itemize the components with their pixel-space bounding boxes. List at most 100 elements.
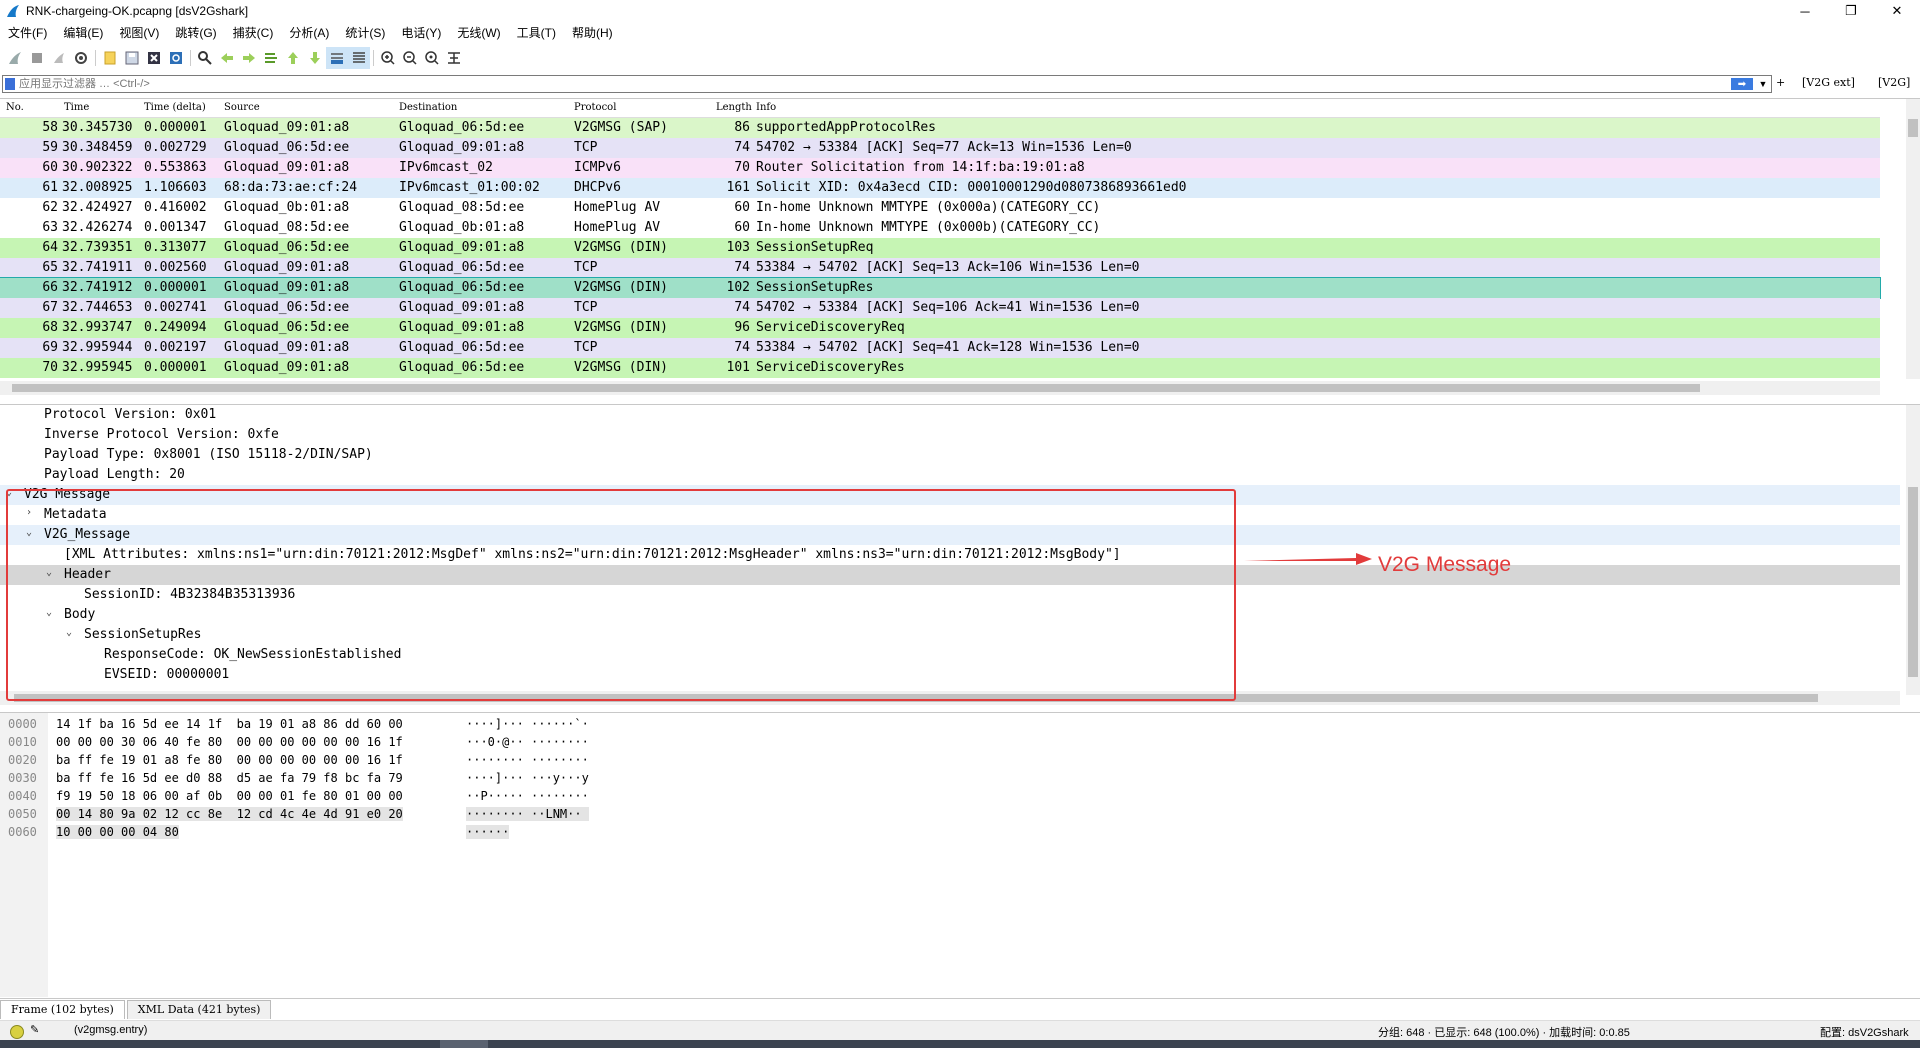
packet-row[interactable]: 61 32.008925 1.106603 68:da:73:ae:cf:24 IPv6…	[0, 178, 1880, 198]
packet-cell-src: Gloquad_09:01:a8	[224, 340, 350, 355]
packet-cell-time: 32.744653	[62, 300, 133, 315]
zoom-in-button[interactable]	[377, 47, 399, 69]
packet-rows: 58 30.345730 0.000001 Gloquad_09:01:a8 Gloqu…	[0, 118, 1881, 378]
details-node[interactable]: Inverse Protocol Version: 0xfe	[0, 425, 1900, 445]
packet-cell-proto: HomePlug AV	[574, 200, 661, 215]
bytes-row[interactable]: 0030 ba ff fe 16 5d ee d0 88 d5 ae fa 79 …	[0, 771, 700, 789]
display-filter-input[interactable]	[19, 77, 1731, 91]
go-first-button[interactable]	[282, 47, 304, 69]
bytes-row[interactable]: 0020 ba ff fe 19 01 a8 fe 80 00 00 00 00 …	[0, 753, 700, 771]
bytes-ascii: ····]··· ···y···y	[466, 771, 589, 785]
packet-cell-len: 96	[734, 320, 750, 335]
annotation-box	[6, 489, 1236, 701]
zoom-out-button[interactable]	[399, 47, 421, 69]
close-button[interactable]: ✕	[1874, 0, 1920, 22]
packet-row[interactable]: 67 32.744653 0.002741 Gloquad_06:5d:ee Gloqu…	[0, 298, 1880, 318]
display-filter-field[interactable]: ➡ ▼	[2, 75, 1772, 93]
details-node[interactable]: Payload Type: 0x8001 (ISO 15118-2/DIN/SA…	[0, 445, 1900, 465]
packet-cell-src: 68:da:73:ae:cf:24	[224, 180, 358, 195]
capture-status-icon[interactable]	[10, 1025, 24, 1039]
col-header-protocol[interactable]: Protocol	[574, 102, 616, 113]
edit-comment-icon[interactable]: ✎	[30, 1023, 39, 1036]
col-header-length[interactable]: Length	[716, 102, 752, 113]
resize-columns-button[interactable]	[443, 47, 465, 69]
autoscroll-button[interactable]	[326, 47, 348, 69]
go-last-button[interactable]	[304, 47, 326, 69]
bytes-row[interactable]: 0060 10 00 00 00 04 80 ······	[0, 825, 700, 843]
zoom-reset-button[interactable]	[421, 47, 443, 69]
tab-xml-data[interactable]: XML Data (421 bytes)	[126, 1000, 272, 1019]
reload-file-button[interactable]	[165, 47, 187, 69]
add-filter-button[interactable]: +	[1776, 76, 1785, 89]
packet-cell-src: Gloquad_09:01:a8	[224, 280, 350, 295]
menu-statistics[interactable]: 统计(S)	[337, 22, 393, 44]
start-capture-button[interactable]	[4, 47, 26, 69]
packet-cell-info: In-home Unknown MMTYPE (0x000b)(CATEGORY…	[756, 220, 1101, 235]
go-to-packet-button[interactable]	[260, 47, 282, 69]
packet-row[interactable]: 60 30.902322 0.553863 Gloquad_09:01:a8 IPv6m…	[0, 158, 1880, 178]
col-header-source[interactable]: Source	[224, 102, 260, 113]
menu-capture[interactable]: 捕获(C)	[225, 22, 282, 44]
tab-frame[interactable]: Frame (102 bytes)	[0, 1000, 125, 1019]
colorize-button[interactable]	[348, 47, 370, 69]
col-header-destination[interactable]: Destination	[399, 102, 457, 113]
bytes-row[interactable]: 0010 00 00 00 30 06 40 fe 80 00 00 00 00 …	[0, 735, 700, 753]
bytes-row[interactable]: 0040 f9 19 50 18 06 00 af 0b 00 00 01 fe …	[0, 789, 700, 807]
bytes-row[interactable]: 0050 00 14 80 9a 02 12 cc 8e 12 cd 4c 4e …	[0, 807, 700, 825]
packet-row[interactable]: 59 30.348459 0.002729 Gloquad_06:5d:ee Gloqu…	[0, 138, 1880, 158]
col-header-time[interactable]: Time	[64, 102, 89, 113]
stop-capture-button[interactable]	[26, 47, 48, 69]
minimize-button[interactable]: ─	[1782, 0, 1828, 22]
menu-telephony[interactable]: 电话(Y)	[393, 22, 449, 44]
capture-options-button[interactable]	[70, 47, 92, 69]
packet-cell-info: SessionSetupRes	[756, 280, 874, 295]
go-forward-button[interactable]	[238, 47, 260, 69]
find-packet-button[interactable]	[194, 47, 216, 69]
packet-row[interactable]: 65 32.741911 0.002560 Gloquad_09:01:a8 Gloqu…	[0, 258, 1880, 278]
menu-edit[interactable]: 编辑(E)	[55, 22, 111, 44]
packet-list-vscroll[interactable]	[1906, 99, 1920, 379]
arrow-up-icon	[288, 52, 298, 64]
menu-view[interactable]: 视图(V)	[111, 22, 167, 44]
save-file-button[interactable]	[121, 47, 143, 69]
packet-row[interactable]: 70 32.995945 0.000001 Gloquad_09:01:a8 Gloqu…	[0, 358, 1880, 378]
packet-row[interactable]: 62 32.424927 0.416002 Gloquad_0b:01:a8 Gloqu…	[0, 198, 1880, 218]
packet-cell-no: 66	[42, 280, 58, 295]
packet-row[interactable]: 66 32.741912 0.000001 Gloquad_09:01:a8 Gloqu…	[0, 277, 1881, 299]
packet-row[interactable]: 58 30.345730 0.000001 Gloquad_09:01:a8 Gloqu…	[0, 118, 1880, 138]
details-node[interactable]: Payload Length: 20	[0, 465, 1900, 485]
zoom-reset-icon	[425, 51, 439, 65]
chevron-down-icon[interactable]: ▼	[1757, 79, 1769, 89]
col-header-info[interactable]: Info	[756, 102, 776, 113]
menu-wireless[interactable]: 无线(W)	[449, 22, 508, 44]
restart-capture-button[interactable]	[48, 47, 70, 69]
close-file-button[interactable]	[143, 47, 165, 69]
bytes-row[interactable]: 0000 14 1f ba 16 5d ee 14 1f ba 19 01 a8 …	[0, 717, 700, 735]
menu-help[interactable]: 帮助(H)	[564, 22, 621, 44]
details-vscroll[interactable]	[1906, 405, 1920, 695]
menu-file[interactable]: 文件(F)	[0, 22, 55, 44]
details-node[interactable]: Protocol Version: 0x01	[0, 405, 1900, 425]
bookmark-icon[interactable]	[5, 78, 15, 90]
v2g-filter-button[interactable]: [V2G]	[1878, 76, 1910, 89]
packet-row[interactable]: 68 32.993747 0.249094 Gloquad_06:5d:ee Gloqu…	[0, 318, 1880, 338]
menu-go[interactable]: 跳转(G)	[167, 22, 224, 44]
packet-cell-info: 54702 → 53384 [ACK] Seq=77 Ack=13 Win=15…	[756, 140, 1132, 155]
apply-filter-arrow-icon[interactable]: ➡	[1731, 78, 1753, 90]
maximize-button[interactable]: ❐	[1828, 0, 1874, 22]
packet-cell-time: 32.995945	[62, 360, 133, 375]
packet-row[interactable]: 69 32.995944 0.002197 Gloquad_09:01:a8 Gloqu…	[0, 338, 1880, 358]
col-header-no[interactable]: No.	[6, 102, 24, 113]
col-header-delta[interactable]: Time (delta)	[144, 102, 206, 113]
packet-row[interactable]: 64 32.739351 0.313077 Gloquad_06:5d:ee Gloqu…	[0, 238, 1880, 258]
menu-analyze[interactable]: 分析(A)	[281, 22, 337, 44]
v2g-ext-filter-button[interactable]: [V2G ext]	[1802, 76, 1855, 89]
packet-list-hscroll[interactable]	[0, 381, 1880, 395]
go-back-button[interactable]	[216, 47, 238, 69]
packet-cell-src: Gloquad_06:5d:ee	[224, 140, 350, 155]
menu-tools[interactable]: 工具(T)	[509, 22, 564, 44]
status-profile[interactable]: 配置: dsV2Gshark	[1820, 1024, 1909, 1040]
packet-row[interactable]: 63 32.426274 0.001347 Gloquad_08:5d:ee Gloqu…	[0, 218, 1880, 238]
open-file-button[interactable]	[99, 47, 121, 69]
packet-cell-info: supportedAppProtocolRes	[756, 120, 937, 135]
